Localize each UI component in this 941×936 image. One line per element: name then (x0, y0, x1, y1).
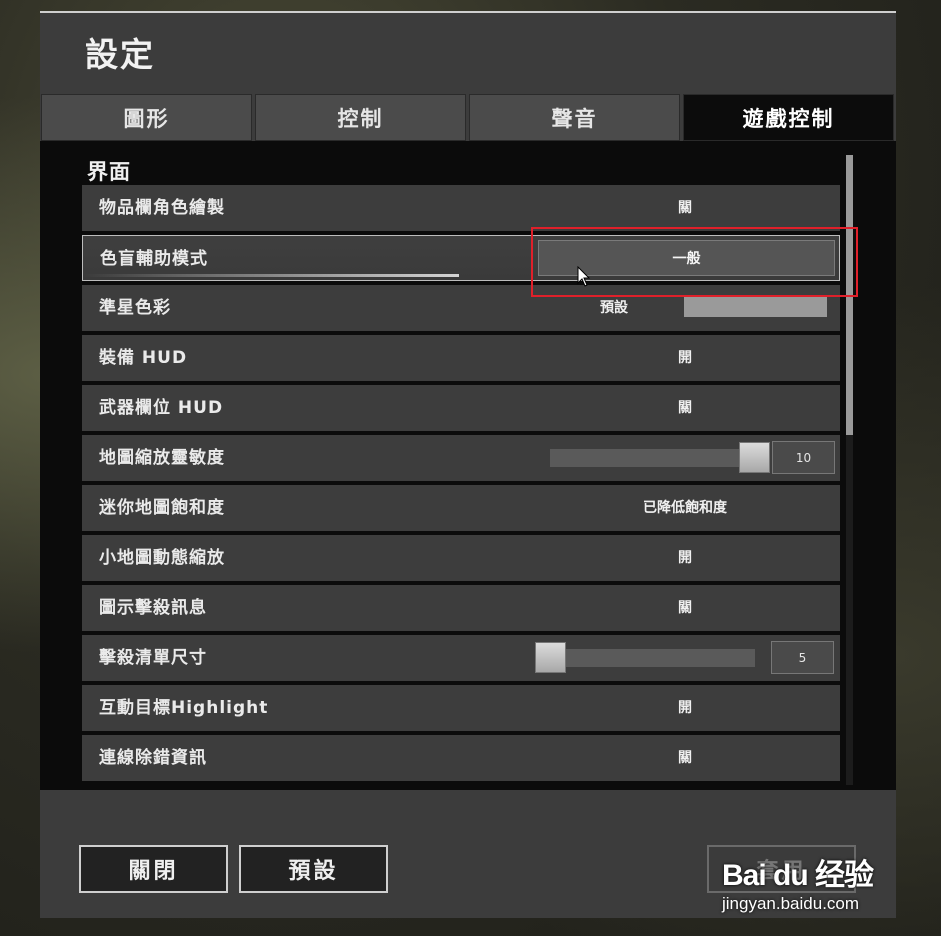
section-title: 界面 (87, 160, 131, 184)
setting-label: 準星色彩 (99, 298, 171, 318)
setting-label: 武器欄位 HUD (99, 398, 224, 418)
tab-gameplay[interactable]: 遊戲控制 (683, 94, 894, 141)
setting-label: 圖示擊殺訊息 (99, 598, 207, 618)
slider-value-box[interactable]: 5 (771, 641, 834, 674)
setting-label: 小地圖動態縮放 (99, 548, 225, 568)
page-title: 設定 (85, 35, 155, 74)
tab-controls[interactable]: 控制 (255, 94, 466, 141)
setting-label: 迷你地圖飽和度 (99, 498, 225, 518)
mouse-cursor-icon (577, 266, 591, 287)
setting-row-map-zoom-sensitivity[interactable]: 地圖縮放靈敏度 10 (82, 435, 840, 481)
setting-row-minimap-dynamic-zoom[interactable]: 小地圖動態縮放 開 (82, 535, 840, 581)
setting-row-interaction-highlight[interactable]: 互動目標Highlight 開 (82, 685, 840, 731)
slider-value-box[interactable]: 10 (772, 441, 835, 474)
tab-sound[interactable]: 聲音 (469, 94, 680, 141)
baidu-watermark: Bai du 经验 jingyan.baidu.com (722, 832, 892, 917)
setting-row-kill-feed-size[interactable]: 擊殺清單尺寸 5 (82, 635, 840, 681)
setting-label: 地圖縮放靈敏度 (99, 448, 225, 468)
setting-label: 物品欄角色繪製 (99, 198, 225, 218)
setting-label: 裝備 HUD (99, 348, 188, 368)
setting-row-network-debug-info[interactable]: 連線除錯資訊 關 (82, 735, 840, 781)
setting-label: 色盲輔助模式 (100, 249, 208, 269)
setting-row-equipment-hud[interactable]: 裝備 HUD 開 (82, 335, 840, 381)
setting-label: 連線除錯資訊 (99, 748, 207, 768)
setting-label: 互動目標Highlight (99, 698, 269, 718)
setting-label: 擊殺清單尺寸 (99, 648, 207, 668)
tab-graphics[interactable]: 圖形 (41, 94, 252, 141)
default-button[interactable]: 預設 (239, 845, 388, 893)
close-button[interactable]: 關閉 (79, 845, 228, 893)
setting-row-minimap-saturation[interactable]: 迷你地圖飽和度 已降低飽和度 (82, 485, 840, 531)
setting-row-weapon-slot-hud[interactable]: 武器欄位 HUD 關 (82, 385, 840, 431)
watermark-url: jingyan.baidu.com (722, 894, 860, 913)
watermark-logo: Bai du 经验 (722, 859, 874, 892)
slider-thumb[interactable] (739, 442, 770, 473)
slider-track[interactable] (537, 649, 755, 667)
crosshair-color-swatch[interactable] (684, 295, 827, 317)
slider-thumb[interactable] (535, 642, 566, 673)
setting-row-inventory-character[interactable]: 物品欄角色繪製 關 (82, 185, 840, 231)
setting-row-icon-kill-message[interactable]: 圖示擊殺訊息 關 (82, 585, 840, 631)
slider-track[interactable] (550, 449, 768, 467)
